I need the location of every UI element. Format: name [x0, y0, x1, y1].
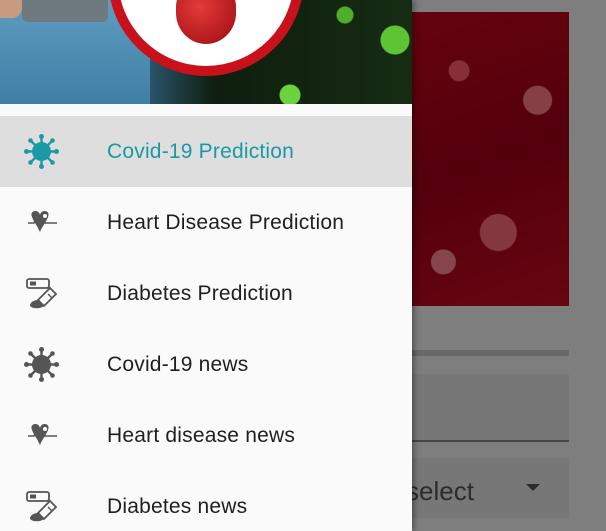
menu-item-label: Covid-19 Prediction [107, 139, 295, 163]
drawer-header [0, 0, 412, 104]
heart-logo-icon [176, 0, 236, 44]
drawer-menu: Covid-19 Prediction Heart Disease Predic… [0, 116, 412, 531]
glucose-meter-icon [24, 489, 59, 524]
menu-item-label: Heart disease news [107, 423, 296, 447]
virus-icon [24, 134, 59, 169]
menu-item-label: Diabetes Prediction [107, 281, 293, 305]
menu-item-covid-prediction[interactable]: Covid-19 Prediction [0, 116, 412, 187]
header-hand [0, 0, 22, 18]
glucose-meter-icon [24, 276, 59, 311]
menu-item-diabetes-news[interactable]: Diabetes news [0, 471, 412, 531]
menu-item-label: Covid-19 news [107, 352, 249, 376]
menu-item-heart-prediction[interactable]: Heart Disease Prediction [0, 187, 412, 258]
menu-item-label: Diabetes news [107, 494, 248, 518]
menu-item-diabetes-prediction[interactable]: Diabetes Prediction [0, 258, 412, 329]
header-tablet [22, 0, 108, 22]
heart-pulse-icon [24, 205, 59, 240]
virus-icon [24, 347, 59, 382]
menu-item-covid-news[interactable]: Covid-19 news [0, 329, 412, 400]
menu-item-heart-news[interactable]: Heart disease news [0, 400, 412, 471]
navigation-drawer: Covid-19 Prediction Heart Disease Predic… [0, 0, 412, 531]
menu-item-label: Heart Disease Prediction [107, 210, 345, 234]
heart-pulse-icon [24, 418, 59, 453]
